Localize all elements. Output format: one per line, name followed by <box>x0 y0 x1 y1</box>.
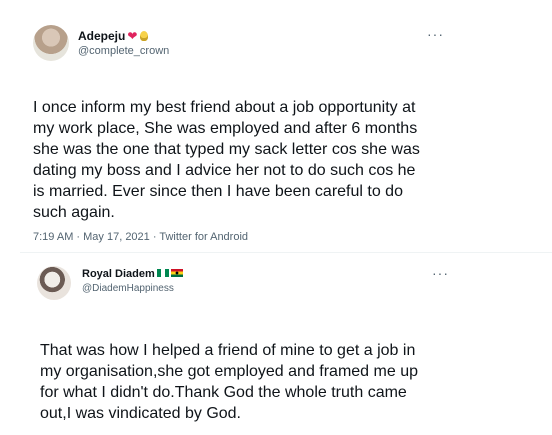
nigeria-flag-icon <box>156 269 169 277</box>
more-options-icon[interactable]: ··· <box>432 265 449 281</box>
display-name-text[interactable]: Royal Diadem <box>82 268 155 280</box>
tweet-timestamp[interactable]: 7:19 AM · May 17, 2021 · Twitter for And… <box>33 231 248 243</box>
user-handle[interactable]: @complete_crown <box>78 45 169 57</box>
heart-icon: ❤ <box>127 29 138 43</box>
display-name[interactable]: Adepeju ❤ <box>78 29 149 43</box>
tweet-original[interactable]: Adepeju ❤ @complete_crown ··· I once info… <box>0 0 552 252</box>
display-name-text[interactable]: Adepeju <box>78 29 125 43</box>
avatar[interactable] <box>33 25 69 61</box>
lightbulb-icon <box>140 31 149 41</box>
tweet-text: That was how I helped a friend of mine t… <box>40 342 418 422</box>
avatar[interactable] <box>37 266 71 300</box>
ghana-flag-icon <box>170 269 183 277</box>
tweet-text: I once inform my best friend about a job… <box>33 99 420 221</box>
display-name[interactable]: Royal Diadem <box>82 268 183 280</box>
more-options-icon[interactable]: ··· <box>427 26 444 42</box>
user-handle[interactable]: @DiademHappiness <box>82 283 174 294</box>
